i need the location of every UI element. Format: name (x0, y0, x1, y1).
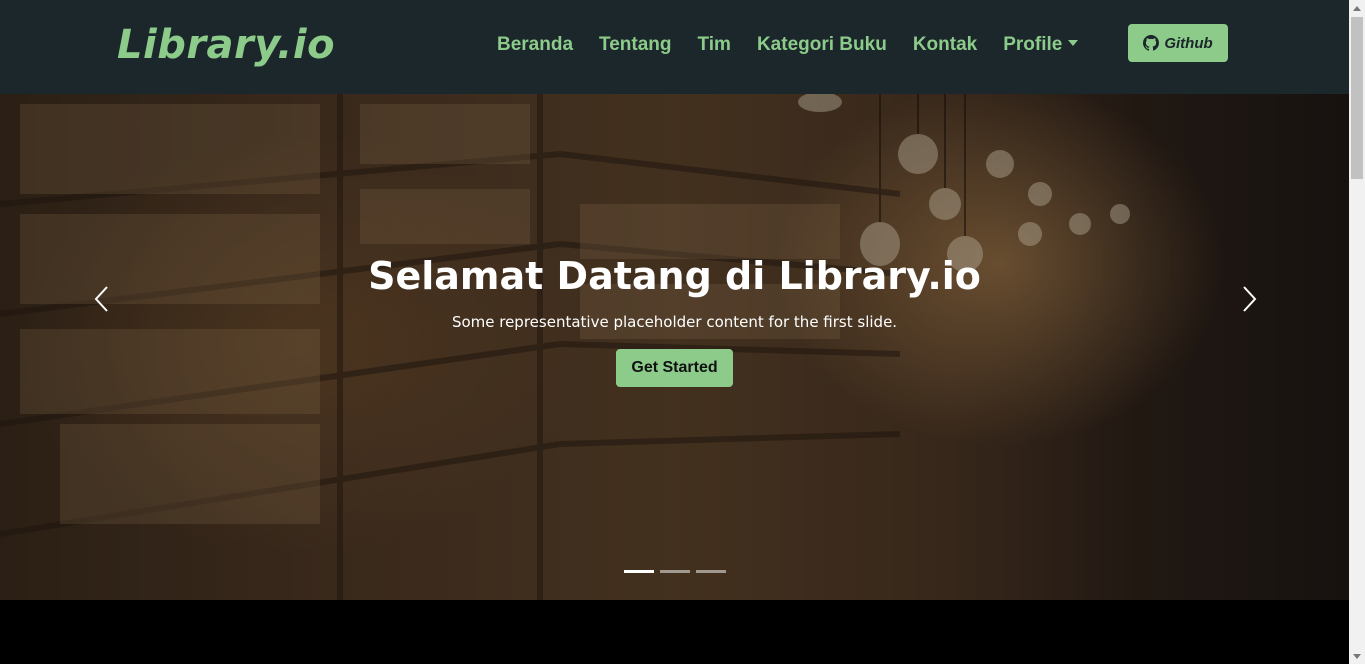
nav-item-tentang[interactable]: Tentang (599, 34, 671, 56)
brand-logo[interactable]: Library.io (117, 22, 335, 68)
carousel-next-button[interactable] (1233, 284, 1263, 314)
hero-title: Selamat Datang di Library.io (368, 254, 981, 298)
nav-item-tim[interactable]: Tim (698, 34, 731, 56)
chevron-right-icon (1243, 286, 1257, 312)
nav-item-kategori-buku[interactable]: Kategori Buku (757, 34, 887, 56)
nav-item-beranda[interactable]: Beranda (497, 34, 573, 56)
scroll-down-arrow-icon (1353, 653, 1361, 659)
carousel-indicator-2[interactable] (660, 570, 690, 573)
carousel-indicator-1[interactable] (624, 570, 654, 573)
scroll-up-button[interactable] (1349, 0, 1365, 16)
caret-down-icon (1068, 40, 1079, 46)
carousel-prev-button[interactable] (88, 284, 118, 314)
chevron-left-icon (94, 286, 108, 312)
nav-item-kontak[interactable]: Kontak (913, 34, 977, 56)
nav-menu: Beranda Tentang Tim Kategori Buku Kontak… (484, 34, 1091, 56)
github-button-label: Github (1164, 34, 1213, 52)
page-scrollbar[interactable] (1349, 0, 1365, 664)
nav-item-profile-label: Profile (1003, 34, 1063, 55)
scroll-down-button[interactable] (1349, 648, 1365, 664)
hero-overlay (0, 94, 1349, 600)
hero-subtitle: Some representative placeholder content … (451, 313, 898, 331)
nav-item-profile-dropdown[interactable]: Profile (1003, 34, 1079, 56)
github-button[interactable]: Github (1128, 24, 1228, 62)
github-icon (1143, 35, 1160, 51)
scroll-up-arrow-icon (1353, 5, 1361, 11)
hero-carousel: Selamat Datang di Library.io Some repres… (0, 94, 1349, 600)
scrollbar-thumb[interactable] (1351, 17, 1363, 179)
navbar: Library.io Beranda Tentang Tim Kategori … (0, 0, 1349, 94)
get-started-button[interactable]: Get Started (616, 349, 733, 387)
carousel-indicators (624, 570, 732, 573)
carousel-indicator-3[interactable] (696, 570, 726, 573)
